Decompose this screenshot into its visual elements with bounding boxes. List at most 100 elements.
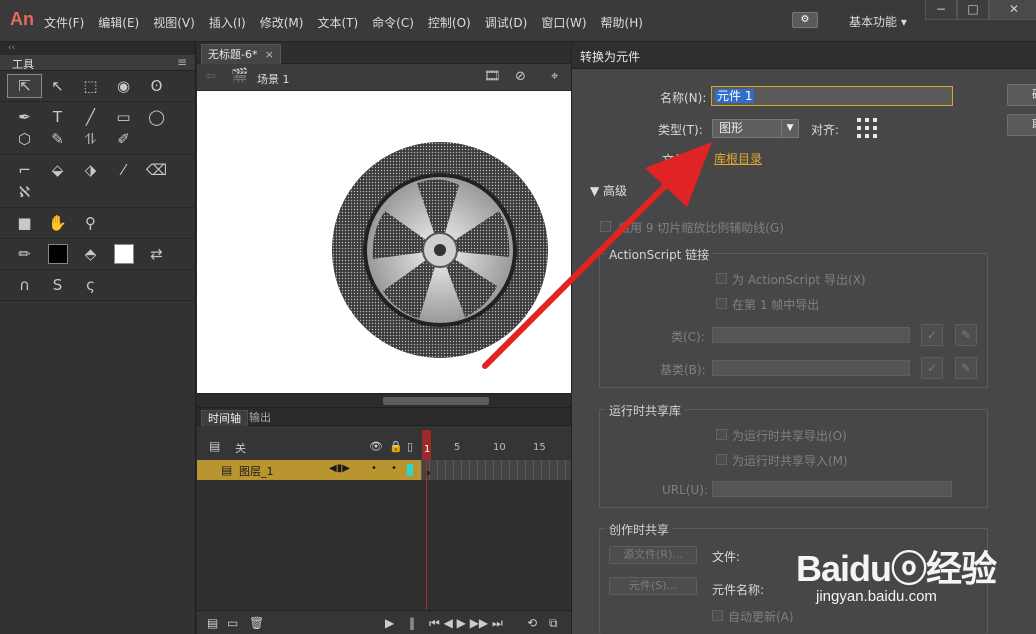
bone-tool-icon[interactable]: ⌐ <box>8 159 41 181</box>
reg-point-bl[interactable] <box>857 134 861 138</box>
center-stage-icon[interactable]: ⌖ <box>551 69 558 84</box>
validate-base-class-icon[interactable]: ✓ <box>921 357 943 379</box>
layer-visible-dot[interactable]: • <box>371 463 377 474</box>
menu-debug[interactable]: 调试(D) <box>485 14 528 31</box>
selection-tool-icon[interactable]: ⇱ <box>7 74 42 98</box>
reg-point-mc[interactable] <box>865 126 869 130</box>
scene-label[interactable]: 场景 1 <box>257 71 290 87</box>
snap-magnet-icon[interactable]: ∩ <box>8 274 41 296</box>
edit-scene-icon[interactable]: 🎞 <box>484 69 501 84</box>
layer-outline-color[interactable] <box>407 464 413 476</box>
reg-point-br[interactable] <box>873 134 877 138</box>
minimize-button[interactable]: − <box>925 0 957 20</box>
subselection-tool-icon[interactable]: ↖ <box>41 75 74 97</box>
polystar-tool-icon[interactable]: ⬡ <box>8 128 41 150</box>
frame-cells[interactable] <box>421 460 571 480</box>
menu-help[interactable]: 帮助(H) <box>601 14 643 31</box>
workspace-switcher[interactable]: 基本功能 ▾ <box>849 13 907 30</box>
new-layer-icon[interactable]: ▤ <box>207 616 218 630</box>
edit-base-class-icon[interactable]: ✎ <box>955 357 977 379</box>
lasso-tool-icon[interactable]: ʘ <box>140 75 173 97</box>
menu-edit[interactable]: 编辑(E) <box>98 14 139 31</box>
frame-ruler[interactable]: 5 10 15 <box>421 426 571 460</box>
source-file-button[interactable]: 源文件(R)... <box>609 546 697 564</box>
hand-tool-icon[interactable]: ✋ <box>41 212 74 234</box>
oval-tool-icon[interactable]: ◯ <box>140 106 173 128</box>
reg-point-ml[interactable] <box>857 126 861 130</box>
rectangle-tool-icon[interactable]: ▭ <box>107 106 140 128</box>
eraser-tool-icon[interactable]: ⌫ <box>140 159 173 181</box>
pencil-tool-icon[interactable]: ✎ <box>41 128 74 150</box>
menu-modify[interactable]: 修改(M) <box>260 14 304 31</box>
menu-window[interactable]: 窗口(W) <box>541 14 586 31</box>
layer-row[interactable]: ▤ 图层_1 ◀▮▶ • • <box>197 460 421 480</box>
stroke-swatch[interactable] <box>41 243 74 265</box>
tab-timeline[interactable]: 时间轴 <box>201 410 248 426</box>
collapse-icon[interactable]: ‹‹ <box>0 42 195 55</box>
eye-icon[interactable]: 👁 <box>369 440 383 453</box>
document-tab[interactable]: 无标题-6* × <box>201 44 281 64</box>
camera-icon[interactable]: ▶ <box>385 616 394 630</box>
base-class-field[interactable] <box>712 360 910 376</box>
ok-button[interactable]: 确 <box>1007 84 1036 106</box>
width-tool-icon[interactable]: ℵ <box>8 181 41 203</box>
eyedropper-tool-icon[interactable]: ⁄ <box>107 159 140 181</box>
edit-symbol-icon[interactable]: ⊘ <box>515 69 526 84</box>
reg-point-tl[interactable] <box>857 118 861 122</box>
as-frame1-checkbox[interactable] <box>716 298 727 309</box>
line-tool-icon[interactable]: ╱ <box>74 106 107 128</box>
paint-bucket-tool-icon[interactable]: ⬙ <box>41 159 74 181</box>
menu-text[interactable]: 文本(T) <box>317 14 358 31</box>
menu-insert[interactable]: 插入(I) <box>209 14 246 31</box>
loop-icon[interactable]: ⟲ <box>527 616 537 630</box>
stage-scrollbar[interactable] <box>197 393 571 407</box>
validate-class-icon[interactable]: ✓ <box>921 324 943 346</box>
straighten-icon[interactable]: ς <box>74 274 107 296</box>
stage-canvas[interactable] <box>197 91 571 393</box>
outline-icon[interactable]: ▯ <box>407 440 413 453</box>
symbol-button[interactable]: 元件(S)... <box>609 577 697 595</box>
new-folder-icon[interactable]: ▭ <box>227 616 238 630</box>
tab-output[interactable]: 输出 <box>243 410 277 426</box>
menu-commands[interactable]: 命令(C) <box>372 14 414 31</box>
playback-controls-icon[interactable]: ⏮ ◀ ▶ ▶▶ ⏭ <box>429 616 503 631</box>
fill-swatch[interactable] <box>107 243 140 265</box>
layer-lock-dot[interactable]: • <box>391 463 397 474</box>
onion-skin-icon[interactable]: ⧉ <box>549 616 558 631</box>
lock-icon[interactable]: 🔒 <box>389 440 403 453</box>
scrollbar-thumb[interactable] <box>383 397 489 405</box>
layer-nav-icon[interactable]: ◀▮▶ <box>329 463 350 474</box>
menu-control[interactable]: 控制(O) <box>428 14 471 31</box>
reg-point-tr[interactable] <box>873 118 877 122</box>
runtime-export-checkbox[interactable] <box>716 429 727 440</box>
nine-slice-checkbox[interactable] <box>600 221 611 232</box>
name-input[interactable]: 元件 1 <box>711 86 953 106</box>
text-tool-icon[interactable]: T <box>41 106 74 128</box>
type-select[interactable]: 图形 ▼ <box>712 119 799 138</box>
ink-bottle-tool-icon[interactable]: ⬗ <box>74 159 107 181</box>
stroke-color-icon[interactable]: ✏ <box>8 243 41 265</box>
menu-file[interactable]: 文件(F) <box>44 14 84 31</box>
cancel-button[interactable]: 取 <box>1007 114 1036 136</box>
sync-settings-icon[interactable]: ⚙ <box>792 12 818 28</box>
class-field[interactable] <box>712 327 910 343</box>
advanced-toggle[interactable]: ▼ 高级 <box>590 182 627 199</box>
swap-colors-icon[interactable]: ⇄ <box>140 243 173 265</box>
delete-layer-icon[interactable]: 🗑 <box>249 616 264 630</box>
runtime-import-checkbox[interactable] <box>716 454 727 465</box>
panel-menu-icon[interactable]: ≡ <box>177 55 187 69</box>
menu-view[interactable]: 视图(V) <box>153 14 195 31</box>
smooth-icon[interactable]: S <box>41 274 74 296</box>
folder-link[interactable]: 库根目录 <box>714 150 762 167</box>
as-export-checkbox[interactable] <box>716 273 727 284</box>
paint-brush-tool-icon[interactable]: ✐ <box>107 128 140 150</box>
registration-grid[interactable] <box>855 116 879 140</box>
layer-name[interactable]: 图层_1 <box>239 463 274 479</box>
reg-point-mr[interactable] <box>873 126 877 130</box>
auto-update-checkbox[interactable] <box>712 610 723 621</box>
back-arrow-icon[interactable]: ⇦ <box>205 69 216 84</box>
3d-rotation-tool-icon[interactable]: ◉ <box>107 75 140 97</box>
close-tab-icon[interactable]: × <box>265 45 274 64</box>
brush-tool-icon[interactable]: ⥮ <box>74 128 107 150</box>
reg-point-tc[interactable] <box>865 118 869 122</box>
